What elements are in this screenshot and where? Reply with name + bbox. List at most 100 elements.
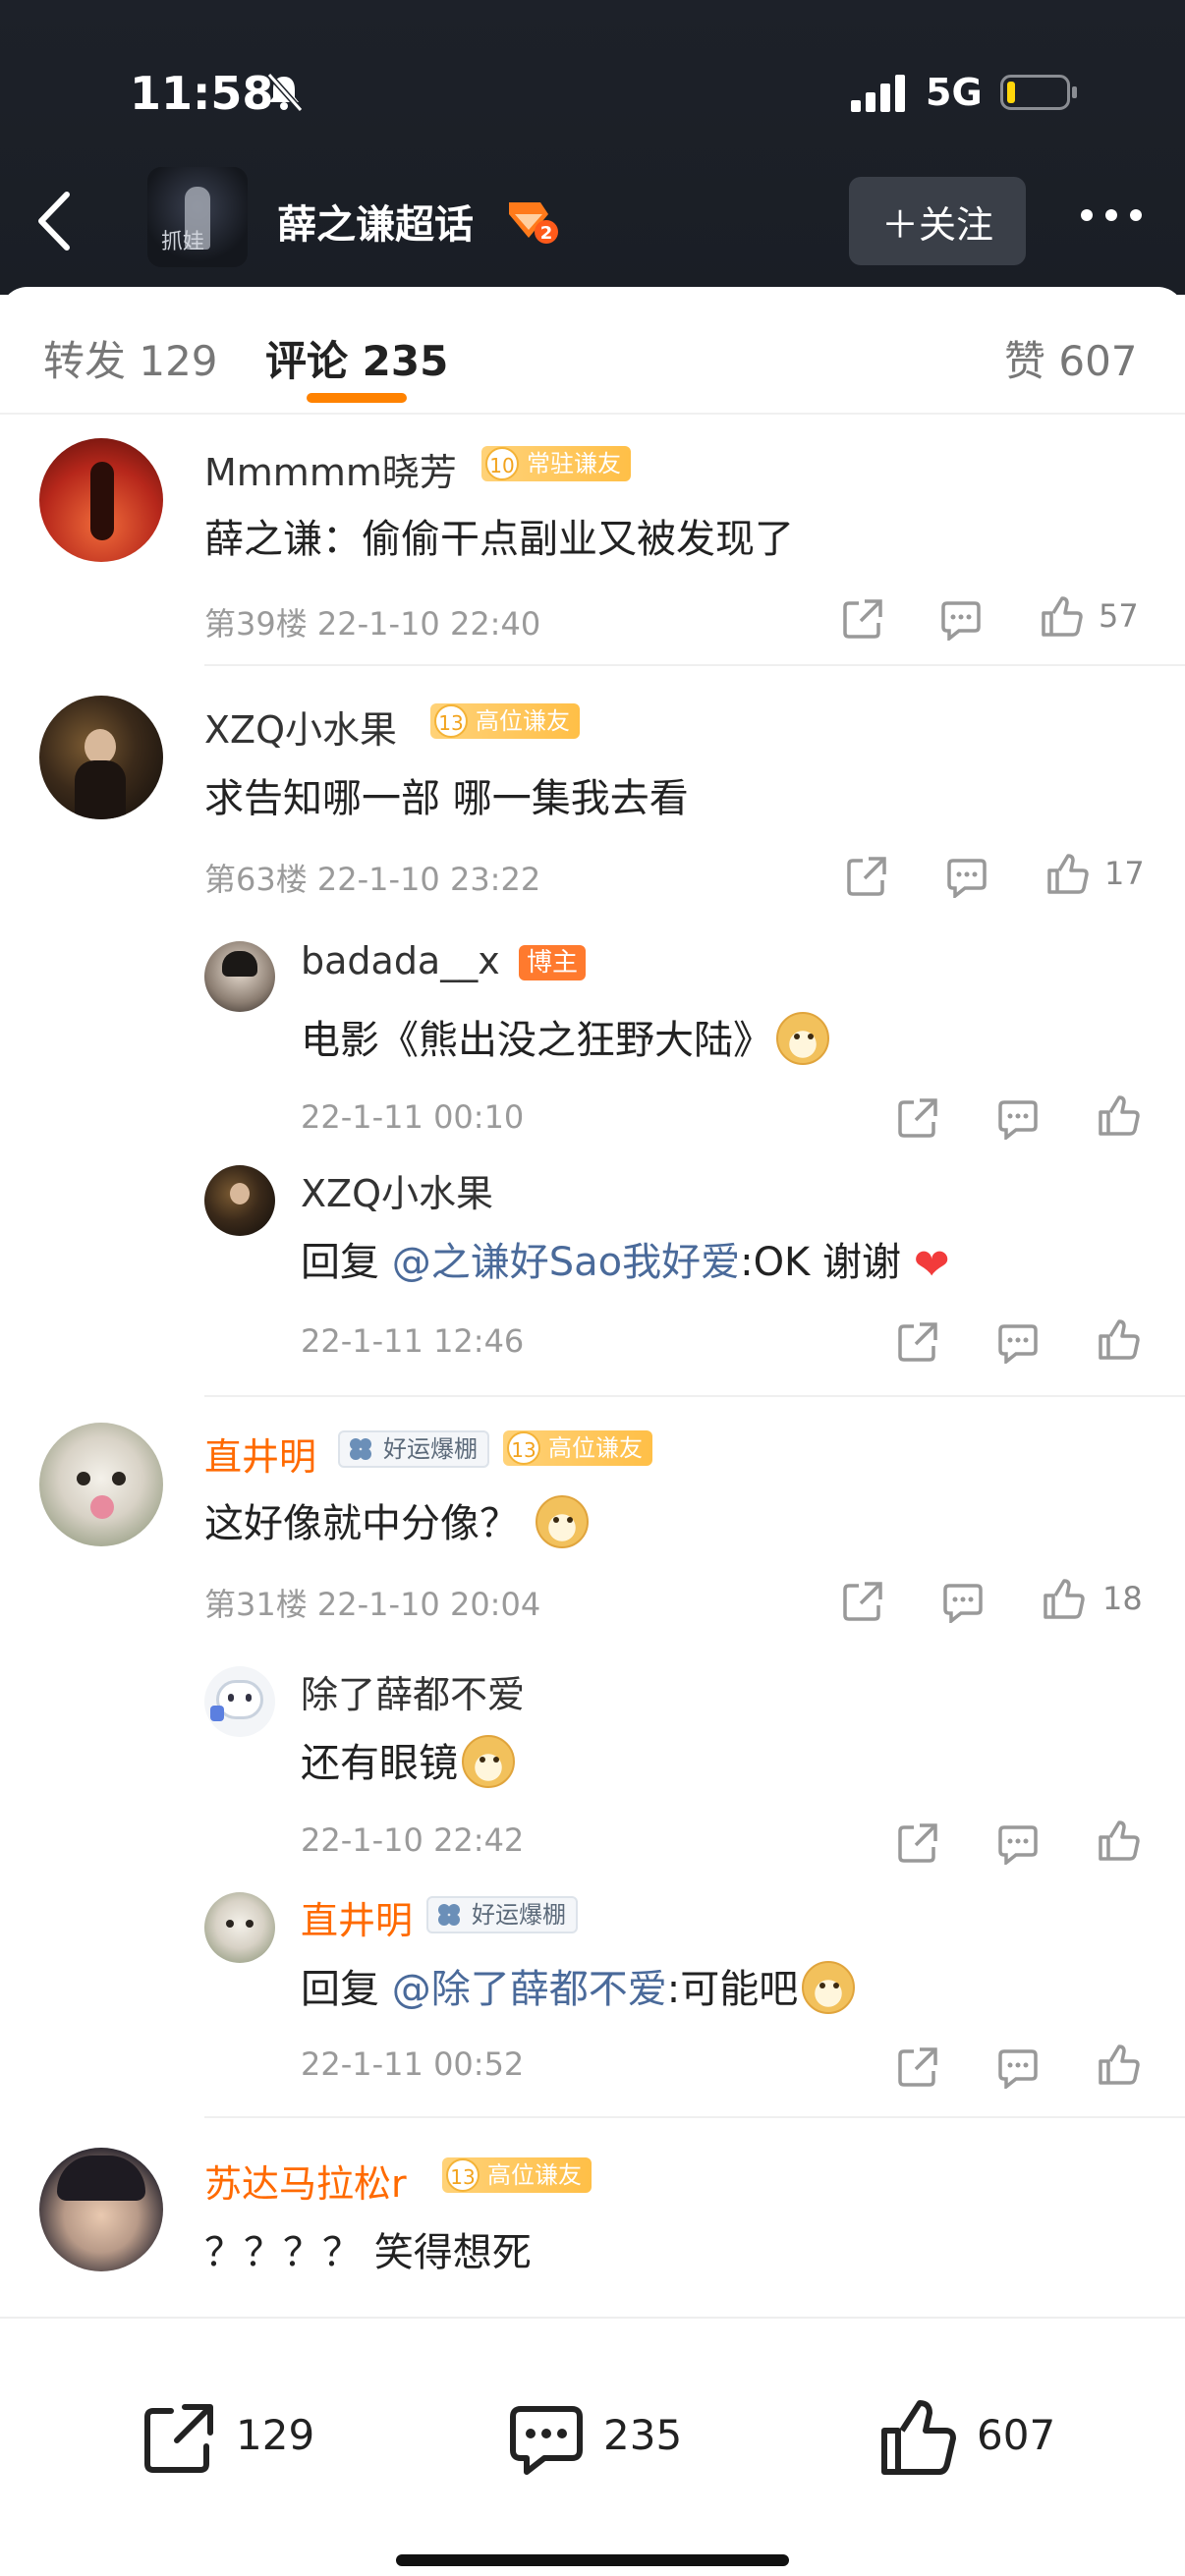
luck-tag: 好运爆棚 [338, 1430, 489, 1468]
clover-icon [350, 1438, 371, 1460]
divider [204, 1395, 1185, 1397]
reply-icon[interactable] [996, 1320, 1040, 1364]
avatar[interactable] [204, 1892, 275, 1963]
like-icon[interactable] [1097, 1820, 1140, 1863]
back-arrow-icon[interactable] [29, 187, 79, 255]
like-icon[interactable] [1097, 2044, 1140, 2087]
luck-tag: 好运爆棚 [426, 1896, 578, 1933]
more-options-icon[interactable] [1077, 204, 1146, 226]
topic-cover-image[interactable]: 抓娃 [147, 167, 248, 267]
divider [204, 664, 1185, 666]
share-icon[interactable] [841, 597, 884, 641]
home-indicator [396, 2554, 789, 2566]
comment-meta: 第63楼 22-1-10 23:22 [204, 861, 541, 898]
username[interactable]: 直井明 [301, 1890, 413, 1944]
reply-icon[interactable] [945, 855, 988, 898]
reply-meta: 22-1-11 00:10 [301, 1098, 525, 1136]
svg-text:2: 2 [540, 223, 553, 244]
signal-icon [851, 75, 905, 112]
topic-title[interactable]: 薛之谦超话 [277, 193, 474, 250]
reply-icon[interactable] [996, 1096, 1040, 1140]
reply-meta: 22-1-11 00:52 [301, 2045, 525, 2083]
username[interactable]: 直井明 [204, 1427, 316, 1481]
comment-icon[interactable] [507, 2399, 586, 2478]
avatar[interactable] [204, 1666, 275, 1737]
repost-icon[interactable] [140, 2399, 218, 2478]
topic-cover-text: 抓娃 [161, 230, 205, 254]
clover-icon [438, 1904, 460, 1926]
divider [204, 2116, 1185, 2118]
doge-emoji-icon [776, 1012, 829, 1065]
avatar[interactable] [39, 2148, 163, 2271]
comment-meta: 第39楼 22-1-10 22:40 [204, 605, 541, 643]
mention-link[interactable]: @除了薛都不爱 [392, 1967, 667, 2012]
like-icon[interactable] [1040, 595, 1083, 639]
share-icon[interactable] [896, 1821, 939, 1865]
comment-count[interactable]: 235 [603, 2411, 682, 2459]
scroll-fade [0, 2289, 1185, 2317]
avatar[interactable] [39, 438, 163, 562]
username[interactable]: 除了薛都不爱 [301, 1664, 525, 1718]
status-bar: 11:58 5G [0, 59, 1185, 128]
like-count: 57 [1099, 597, 1139, 635]
avatar[interactable] [39, 1423, 163, 1546]
topic-nav: 抓娃 薛之谦超话 2 ＋关注 [0, 167, 1185, 275]
like-icon[interactable] [1097, 1318, 1140, 1362]
doge-emoji-icon [802, 1961, 856, 2014]
reply-text: 回复 @除了薛都不爱:可能吧 [301, 1957, 856, 2014]
tab-repost[interactable]: 转发 129 [43, 328, 218, 388]
share-icon[interactable] [896, 1320, 939, 1364]
follow-button[interactable]: ＋关注 [849, 177, 1026, 265]
reply-text: 电影《熊出没之狂野大陆》 [301, 1008, 829, 1065]
bell-muted-icon [266, 73, 304, 112]
like-icon[interactable] [878, 2399, 957, 2478]
username[interactable]: XZQ小水果 [204, 700, 397, 754]
topic-level-badge-icon: 2 [509, 202, 558, 244]
tab-comment[interactable]: 评论 235 [265, 328, 448, 388]
fan-level-badge: 13 高位谦友 [442, 2157, 592, 2193]
avatar[interactable] [204, 941, 275, 1012]
doge-emoji-icon [462, 1735, 515, 1788]
share-icon[interactable] [841, 1580, 884, 1623]
comment-meta: 第31楼 22-1-10 20:04 [204, 1586, 541, 1623]
network-label: 5G [926, 71, 983, 114]
fan-level-badge: 10 常驻谦友 [481, 446, 631, 481]
avatar[interactable] [39, 696, 163, 819]
reply-meta: 22-1-11 12:46 [301, 1322, 525, 1360]
status-time: 11:58 [130, 67, 274, 120]
fan-level-badge: 13 高位谦友 [430, 703, 580, 739]
active-tab-indicator [307, 393, 407, 403]
like-count: 18 [1102, 1580, 1143, 1617]
avatar[interactable] [204, 1165, 275, 1236]
mention-link[interactable]: @之谦好Sao我好爱 [392, 1240, 740, 1285]
doge-emoji-icon [535, 1495, 589, 1548]
reply-icon[interactable] [996, 1821, 1040, 1865]
share-icon[interactable] [845, 855, 888, 898]
reply-icon[interactable] [939, 597, 983, 641]
reply-text: 回复 @之谦好Sao我好爱:OK 谢谢 ❤ [301, 1240, 950, 1290]
username[interactable]: Mmmmm晓芳 [204, 442, 457, 496]
username[interactable]: 苏达马拉松r [204, 2154, 407, 2208]
header-bar: 11:58 5G 抓娃 薛之谦超话 2 ＋关注 [0, 0, 1185, 295]
like-icon[interactable] [1097, 1094, 1140, 1138]
battery-icon [1000, 75, 1077, 110]
tab-bar: 转发 129 评论 235 赞 607 [0, 287, 1185, 415]
comment-text: 薛之谦：偷偷干点副业又被发现了 [204, 517, 794, 562]
tab-like[interactable]: 赞 607 [1004, 328, 1138, 388]
comment-text: 这好像就中分像？ [204, 1491, 589, 1548]
bottom-action-bar: 129 235 607 [0, 2317, 1185, 2576]
reply-icon[interactable] [941, 1580, 985, 1623]
share-icon[interactable] [896, 1096, 939, 1140]
reply-icon[interactable] [996, 2045, 1040, 2089]
like-count[interactable]: 607 [977, 2411, 1055, 2459]
share-icon[interactable] [896, 2045, 939, 2089]
like-icon[interactable] [1045, 853, 1089, 896]
username[interactable]: XZQ小水果 [301, 1163, 493, 1217]
host-tag: 博主 [519, 945, 587, 980]
fan-level-badge: 13 高位谦友 [503, 1430, 652, 1466]
heart-emoji-icon: ❤ [913, 1240, 950, 1290]
like-icon[interactable] [1042, 1578, 1085, 1621]
username[interactable]: badada__x [301, 939, 500, 982]
repost-count[interactable]: 129 [236, 2411, 314, 2459]
comment-text: ？？？？ 笑得想死 [204, 2230, 532, 2275]
